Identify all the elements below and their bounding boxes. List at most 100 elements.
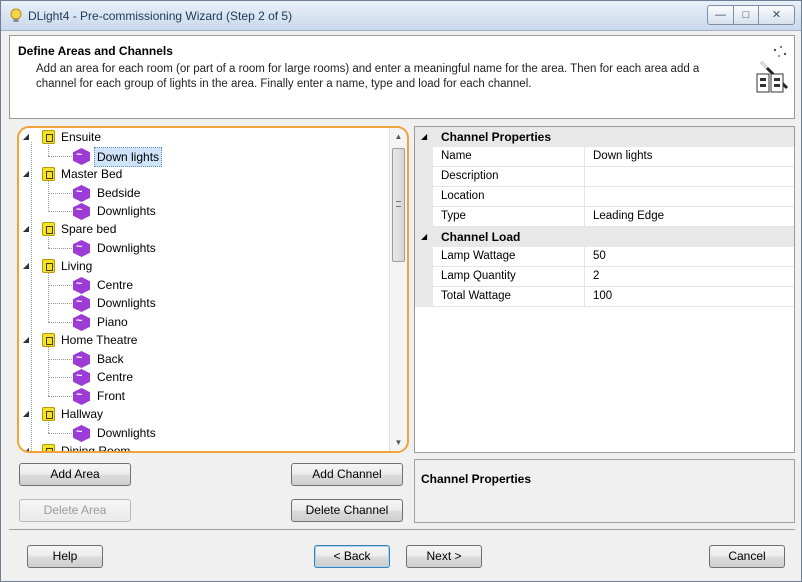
area-label: Living xyxy=(61,259,93,273)
property-row[interactable]: Location xyxy=(415,187,794,207)
next-button[interactable]: Next > xyxy=(406,545,482,568)
tree-channel[interactable]: Front xyxy=(19,387,219,405)
tree-channel[interactable]: Bedside xyxy=(19,184,219,202)
area-icon xyxy=(42,407,55,421)
area-label: Master Bed xyxy=(61,167,123,181)
area-label: Spare bed xyxy=(61,222,117,236)
tree-area[interactable]: ◢ Living xyxy=(19,257,219,275)
tree-area[interactable]: ◢ Dining Room xyxy=(19,442,219,451)
tree-channel[interactable]: Piano xyxy=(19,313,219,331)
property-name: Lamp Quantity xyxy=(433,267,585,287)
collapse-icon[interactable]: ◢ xyxy=(21,128,31,146)
wizard-window: DLight4 - Pre-commissioning Wizard (Step… xyxy=(0,0,802,582)
channel-icon xyxy=(73,388,90,405)
channel-label-selected: Down lights xyxy=(94,147,163,167)
add-channel-button[interactable]: Add Channel xyxy=(291,463,403,486)
page-description: Add an area for each room (or part of a … xyxy=(36,63,700,90)
channel-label: Downlights xyxy=(97,204,156,218)
channel-label: Front xyxy=(97,389,126,403)
area-icon xyxy=(42,167,55,181)
collapse-icon[interactable]: ◢ xyxy=(21,257,31,275)
property-value[interactable] xyxy=(585,167,794,187)
property-name: Type xyxy=(433,207,585,227)
page-title: Define Areas and Channels xyxy=(18,44,173,58)
collapse-icon[interactable]: ◢ xyxy=(21,442,31,451)
area-label: Dining Room xyxy=(61,444,131,451)
area-icon xyxy=(42,130,55,144)
wizard-header: Define Areas and Channels Add an area fo… xyxy=(9,35,795,119)
area-label: Ensuite xyxy=(61,130,102,144)
area-icon xyxy=(42,333,55,347)
channel-icon xyxy=(73,185,90,202)
property-value[interactable]: 50 xyxy=(585,247,794,267)
maximize-button[interactable]: □ xyxy=(733,5,759,25)
tree-channel[interactable]: Downlights xyxy=(19,424,219,442)
tree-area[interactable]: ◢ Spare bed xyxy=(19,220,219,238)
scroll-up-icon[interactable]: ▲ xyxy=(390,128,407,145)
lightbulb-icon xyxy=(10,8,22,22)
tree-scrollbar[interactable]: ▲ ▼ xyxy=(389,128,407,451)
channel-label: Centre xyxy=(97,370,134,384)
collapse-icon[interactable]: ◢ xyxy=(21,165,31,183)
category-channel-properties[interactable]: ◢ Channel Properties xyxy=(415,127,794,147)
delete-area-button[interactable]: Delete Area xyxy=(19,499,131,522)
property-row[interactable]: Name Down lights xyxy=(415,147,794,167)
tree-area[interactable]: ◢ Ensuite xyxy=(19,128,219,146)
add-area-button[interactable]: Add Area xyxy=(19,463,131,486)
collapse-icon[interactable]: ◢ xyxy=(21,405,31,423)
area-label: Hallway xyxy=(61,407,104,421)
property-value[interactable]: 2 xyxy=(585,267,794,287)
property-value[interactable]: Leading Edge xyxy=(585,207,794,227)
channel-label: Back xyxy=(97,352,124,366)
tree-channel[interactable]: Down lights xyxy=(19,147,219,167)
property-name: Total Wattage xyxy=(433,287,585,307)
channel-icon xyxy=(73,203,90,220)
property-description-title: Channel Properties xyxy=(421,472,532,486)
tree-channel[interactable]: Centre xyxy=(19,276,219,294)
channel-icon xyxy=(73,295,90,312)
property-row[interactable]: Lamp Wattage 50 xyxy=(415,247,794,267)
minimize-button[interactable]: — xyxy=(707,5,734,25)
property-row[interactable]: Description xyxy=(415,167,794,187)
channel-label: Downlights xyxy=(97,426,156,440)
collapse-icon[interactable]: ◢ xyxy=(421,127,427,147)
cancel-button[interactable]: Cancel xyxy=(709,545,785,568)
property-value[interactable]: Down lights xyxy=(585,147,794,167)
area-icon xyxy=(42,444,55,451)
collapse-icon[interactable]: ◢ xyxy=(21,220,31,238)
area-icon xyxy=(42,259,55,273)
channel-icon xyxy=(73,148,90,165)
property-name: Name xyxy=(433,147,585,167)
back-button[interactable]: < Back xyxy=(314,545,390,568)
tree-area[interactable]: ◢ Home Theatre xyxy=(19,331,219,349)
magic-wand-icon xyxy=(756,46,789,93)
property-row[interactable]: Type Leading Edge xyxy=(415,207,794,227)
scroll-thumb[interactable] xyxy=(392,148,405,262)
tree-channel[interactable]: Downlights xyxy=(19,239,219,257)
property-value[interactable] xyxy=(585,187,794,207)
collapse-icon[interactable]: ◢ xyxy=(21,331,31,349)
scroll-down-icon[interactable]: ▼ xyxy=(390,434,407,451)
tree-area[interactable]: ◢ Master Bed xyxy=(19,165,219,183)
tree-area[interactable]: ◢ Hallway xyxy=(19,405,219,423)
help-button[interactable]: Help xyxy=(27,545,103,568)
property-row[interactable]: Total Wattage 100 xyxy=(415,287,794,307)
area-channel-tree[interactable]: ◢ Ensuite Down lights ◢ Master Bed Bedsi… xyxy=(17,126,409,453)
collapse-icon[interactable]: ◢ xyxy=(421,227,427,247)
property-grid[interactable]: ◢ Channel Properties Name Down lights Des… xyxy=(414,126,795,453)
property-row[interactable]: Lamp Quantity 2 xyxy=(415,267,794,287)
category-channel-load[interactable]: ◢ Channel Load xyxy=(415,227,794,247)
delete-channel-button[interactable]: Delete Channel xyxy=(291,499,403,522)
property-value[interactable]: 100 xyxy=(585,287,794,307)
close-button[interactable]: ✕ xyxy=(758,5,795,25)
channel-label: Downlights xyxy=(97,241,156,255)
tree-channel[interactable]: Back xyxy=(19,350,219,368)
area-icon xyxy=(42,222,55,236)
area-label: Home Theatre xyxy=(61,333,138,347)
channel-icon xyxy=(73,369,90,386)
tree-channel[interactable]: Centre xyxy=(19,368,219,386)
property-name: Lamp Wattage xyxy=(433,247,585,267)
channel-icon xyxy=(73,277,90,294)
tree-channel[interactable]: Downlights xyxy=(19,294,219,312)
tree-channel[interactable]: Downlights xyxy=(19,202,219,220)
